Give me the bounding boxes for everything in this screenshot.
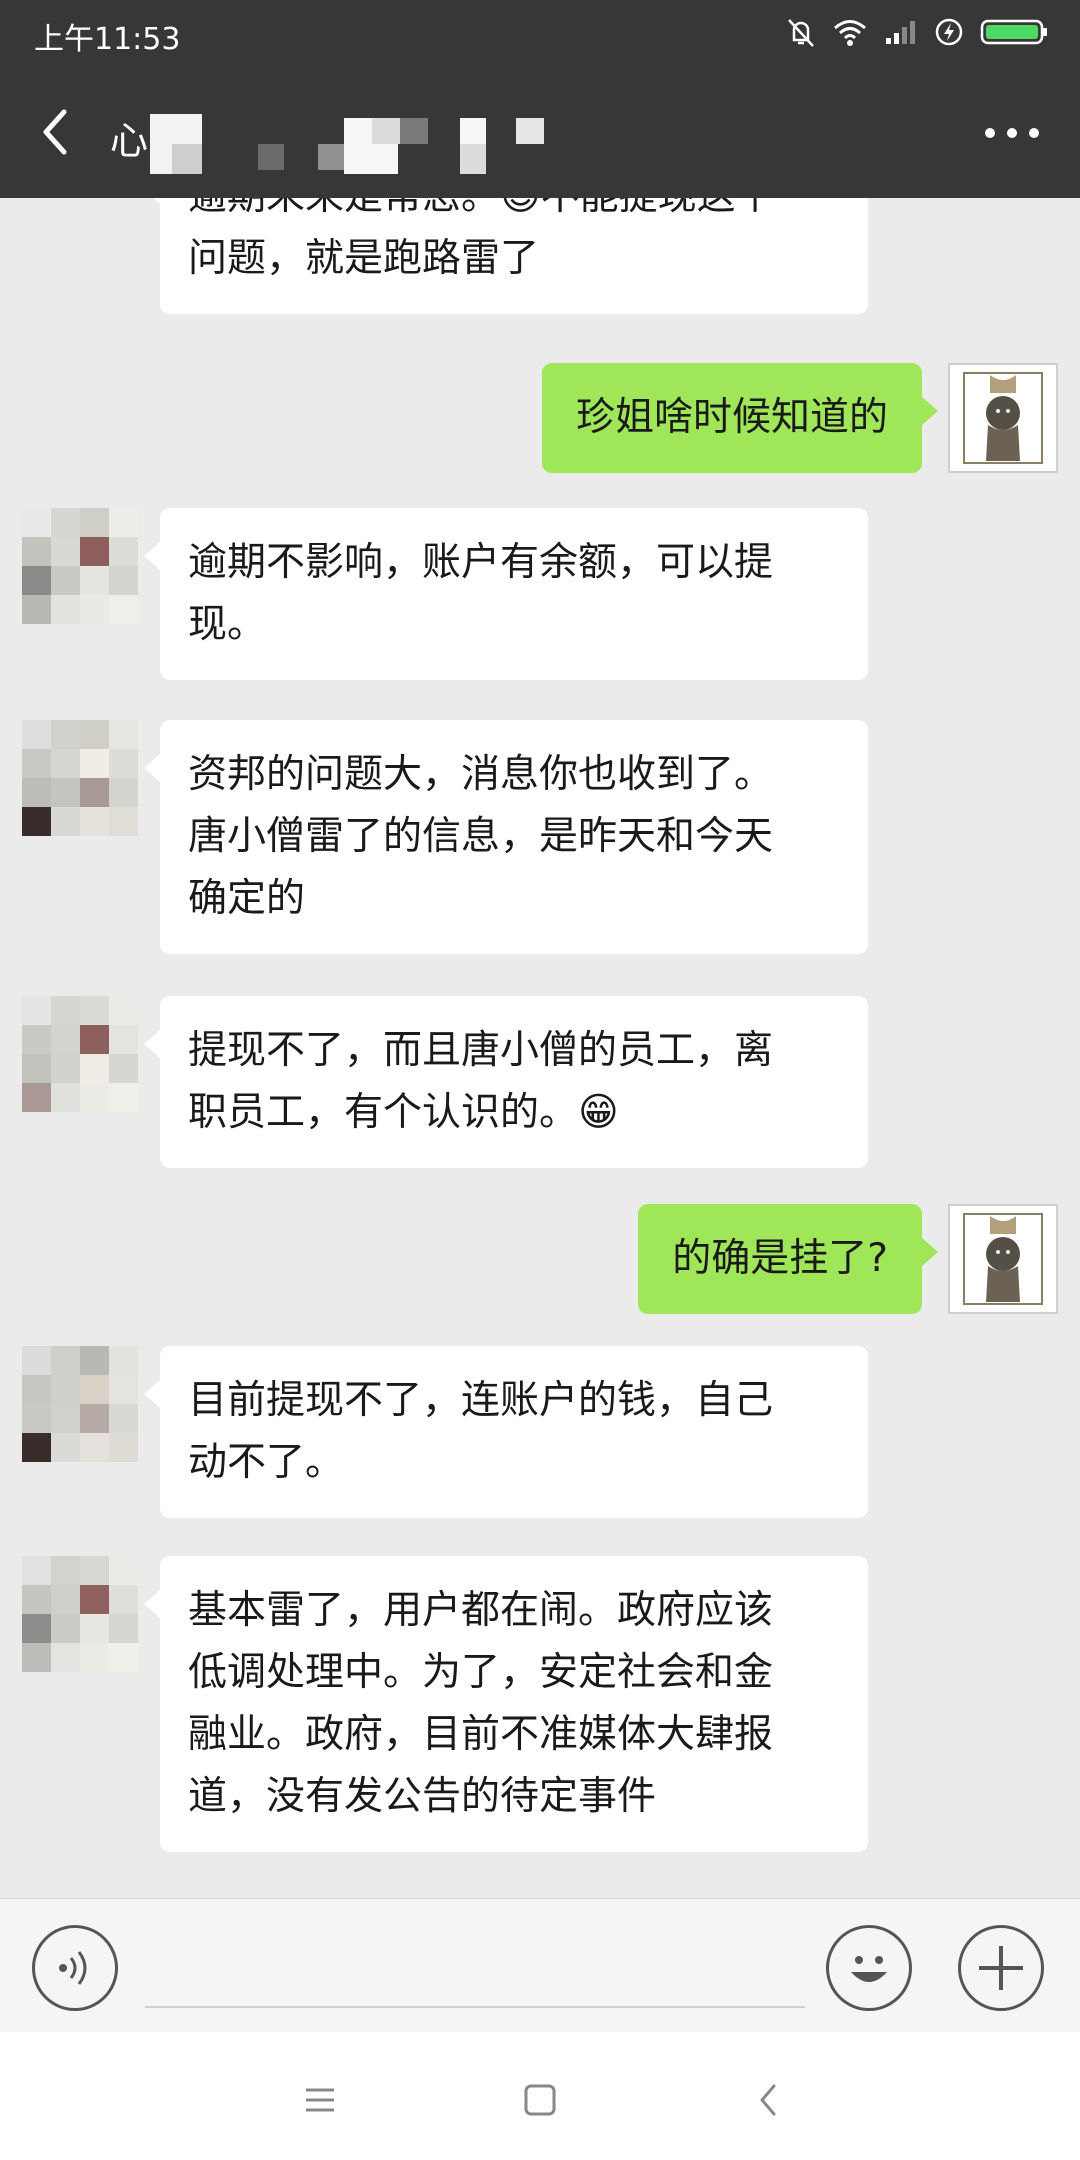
message-input[interactable] <box>145 2006 805 2008</box>
message-line: 逾期未来是常态。😊不能提现这个 <box>188 198 840 228</box>
message-bubble-incoming[interactable]: 逾期不影响，账户有余额，可以提 现。 <box>144 508 868 680</box>
avatar-figure-icon <box>950 1206 1056 1312</box>
voice-wave-glyph <box>59 1951 87 1985</box>
more-dots-icon[interactable] <box>982 118 1042 148</box>
chat-header: 心 <box>0 66 1080 198</box>
my-avatar[interactable] <box>948 363 1058 473</box>
status-bar: 上午11:53 <box>0 0 1080 66</box>
message-bubble-incoming[interactable]: 基本雷了，用户都在闹。政府应该 低调处理中。为了，安定社会和金 融业。政府，目前… <box>144 1556 868 1852</box>
contact-avatar[interactable] <box>22 1556 138 1672</box>
input-bar <box>0 1898 1080 2032</box>
message-line: 现。 <box>188 602 267 647</box>
message-line: 基本雷了，用户都在闹。政府应该 <box>188 1588 774 1633</box>
message-bubble-outgoing[interactable]: 珍姐啥时候知道的 <box>541 363 939 473</box>
avatar-figure-icon <box>950 365 1056 471</box>
contact-name: 心 <box>110 119 149 163</box>
message-bubble-incoming[interactable]: 逾期未来是常态。😊不能提现这个 问题，就是跑路雷了 <box>144 198 868 314</box>
status-icons <box>786 16 1050 48</box>
home-square-icon[interactable] <box>512 2072 568 2128</box>
message-bubble-incoming[interactable]: 资邦的问题大，消息你也收到了。 唐小僧雷了的信息，是昨天和今天 确定的 <box>144 720 868 954</box>
contact-avatar[interactable] <box>22 1346 138 1462</box>
message-line: 动不了。 <box>188 1440 345 1485</box>
menu-icon[interactable] <box>292 2072 348 2128</box>
contact-avatar[interactable] <box>22 996 138 1112</box>
message-line: 逾期不影响，账户有余额，可以提 <box>188 540 774 585</box>
chevron-left-icon[interactable] <box>30 102 80 162</box>
message-line: 唐小僧雷了的信息，是昨天和今天 <box>188 814 774 859</box>
signal-icon <box>886 21 915 44</box>
mute-bell-icon <box>788 19 814 47</box>
message-line: 道，没有发公告的待定事件 <box>188 1774 657 1819</box>
smiley-glyph <box>851 1956 887 1982</box>
plus-icon[interactable] <box>958 1925 1044 2011</box>
message-bubble-incoming[interactable]: 目前提现不了，连账户的钱，自己 动不了。 <box>144 1346 868 1518</box>
status-time: 上午11:53 <box>34 22 181 57</box>
message-text: 的确是挂了? <box>672 1236 888 1281</box>
message-bubble-incoming[interactable]: 提现不了，而且唐小僧的员工，离 职员工，有个认识的。😁 <box>144 996 868 1168</box>
wifi-icon <box>834 20 866 46</box>
message-bubble-outgoing[interactable]: 的确是挂了? <box>638 1204 938 1314</box>
message-text: 珍姐啥时候知道的 <box>575 395 888 440</box>
chat-message-list[interactable]: 逾期未来是常态。😊不能提现这个 问题，就是跑路雷了 珍姐啥时候知道的 <box>0 198 1080 1898</box>
message-line: 确定的 <box>188 876 306 921</box>
voice-icon[interactable] <box>32 1925 118 2011</box>
emoji-icon[interactable] <box>826 1925 912 2011</box>
message-line: 低调处理中。为了，安定社会和金 <box>188 1650 774 1695</box>
contact-avatar[interactable] <box>22 720 138 836</box>
charging-icon <box>935 18 963 46</box>
system-nav-bar <box>0 2032 1080 2160</box>
battery-icon <box>980 19 1047 45</box>
message-line: 问题，就是跑路雷了 <box>188 236 540 281</box>
my-avatar[interactable] <box>948 1204 1058 1314</box>
message-line: 目前提现不了，连账户的钱，自己 <box>188 1378 774 1423</box>
message-line: 职员工，有个认识的。😁 <box>188 1090 619 1135</box>
plus-glyph <box>979 1946 1023 1990</box>
contact-avatar[interactable] <box>22 508 138 624</box>
message-line: 资邦的问题大，消息你也收到了。 <box>188 752 774 797</box>
back-arrow-icon[interactable] <box>740 2072 796 2128</box>
message-line: 提现不了，而且唐小僧的员工，离 <box>188 1028 774 1073</box>
message-line: 融业。政府，目前不准媒体大肆报 <box>188 1712 774 1757</box>
